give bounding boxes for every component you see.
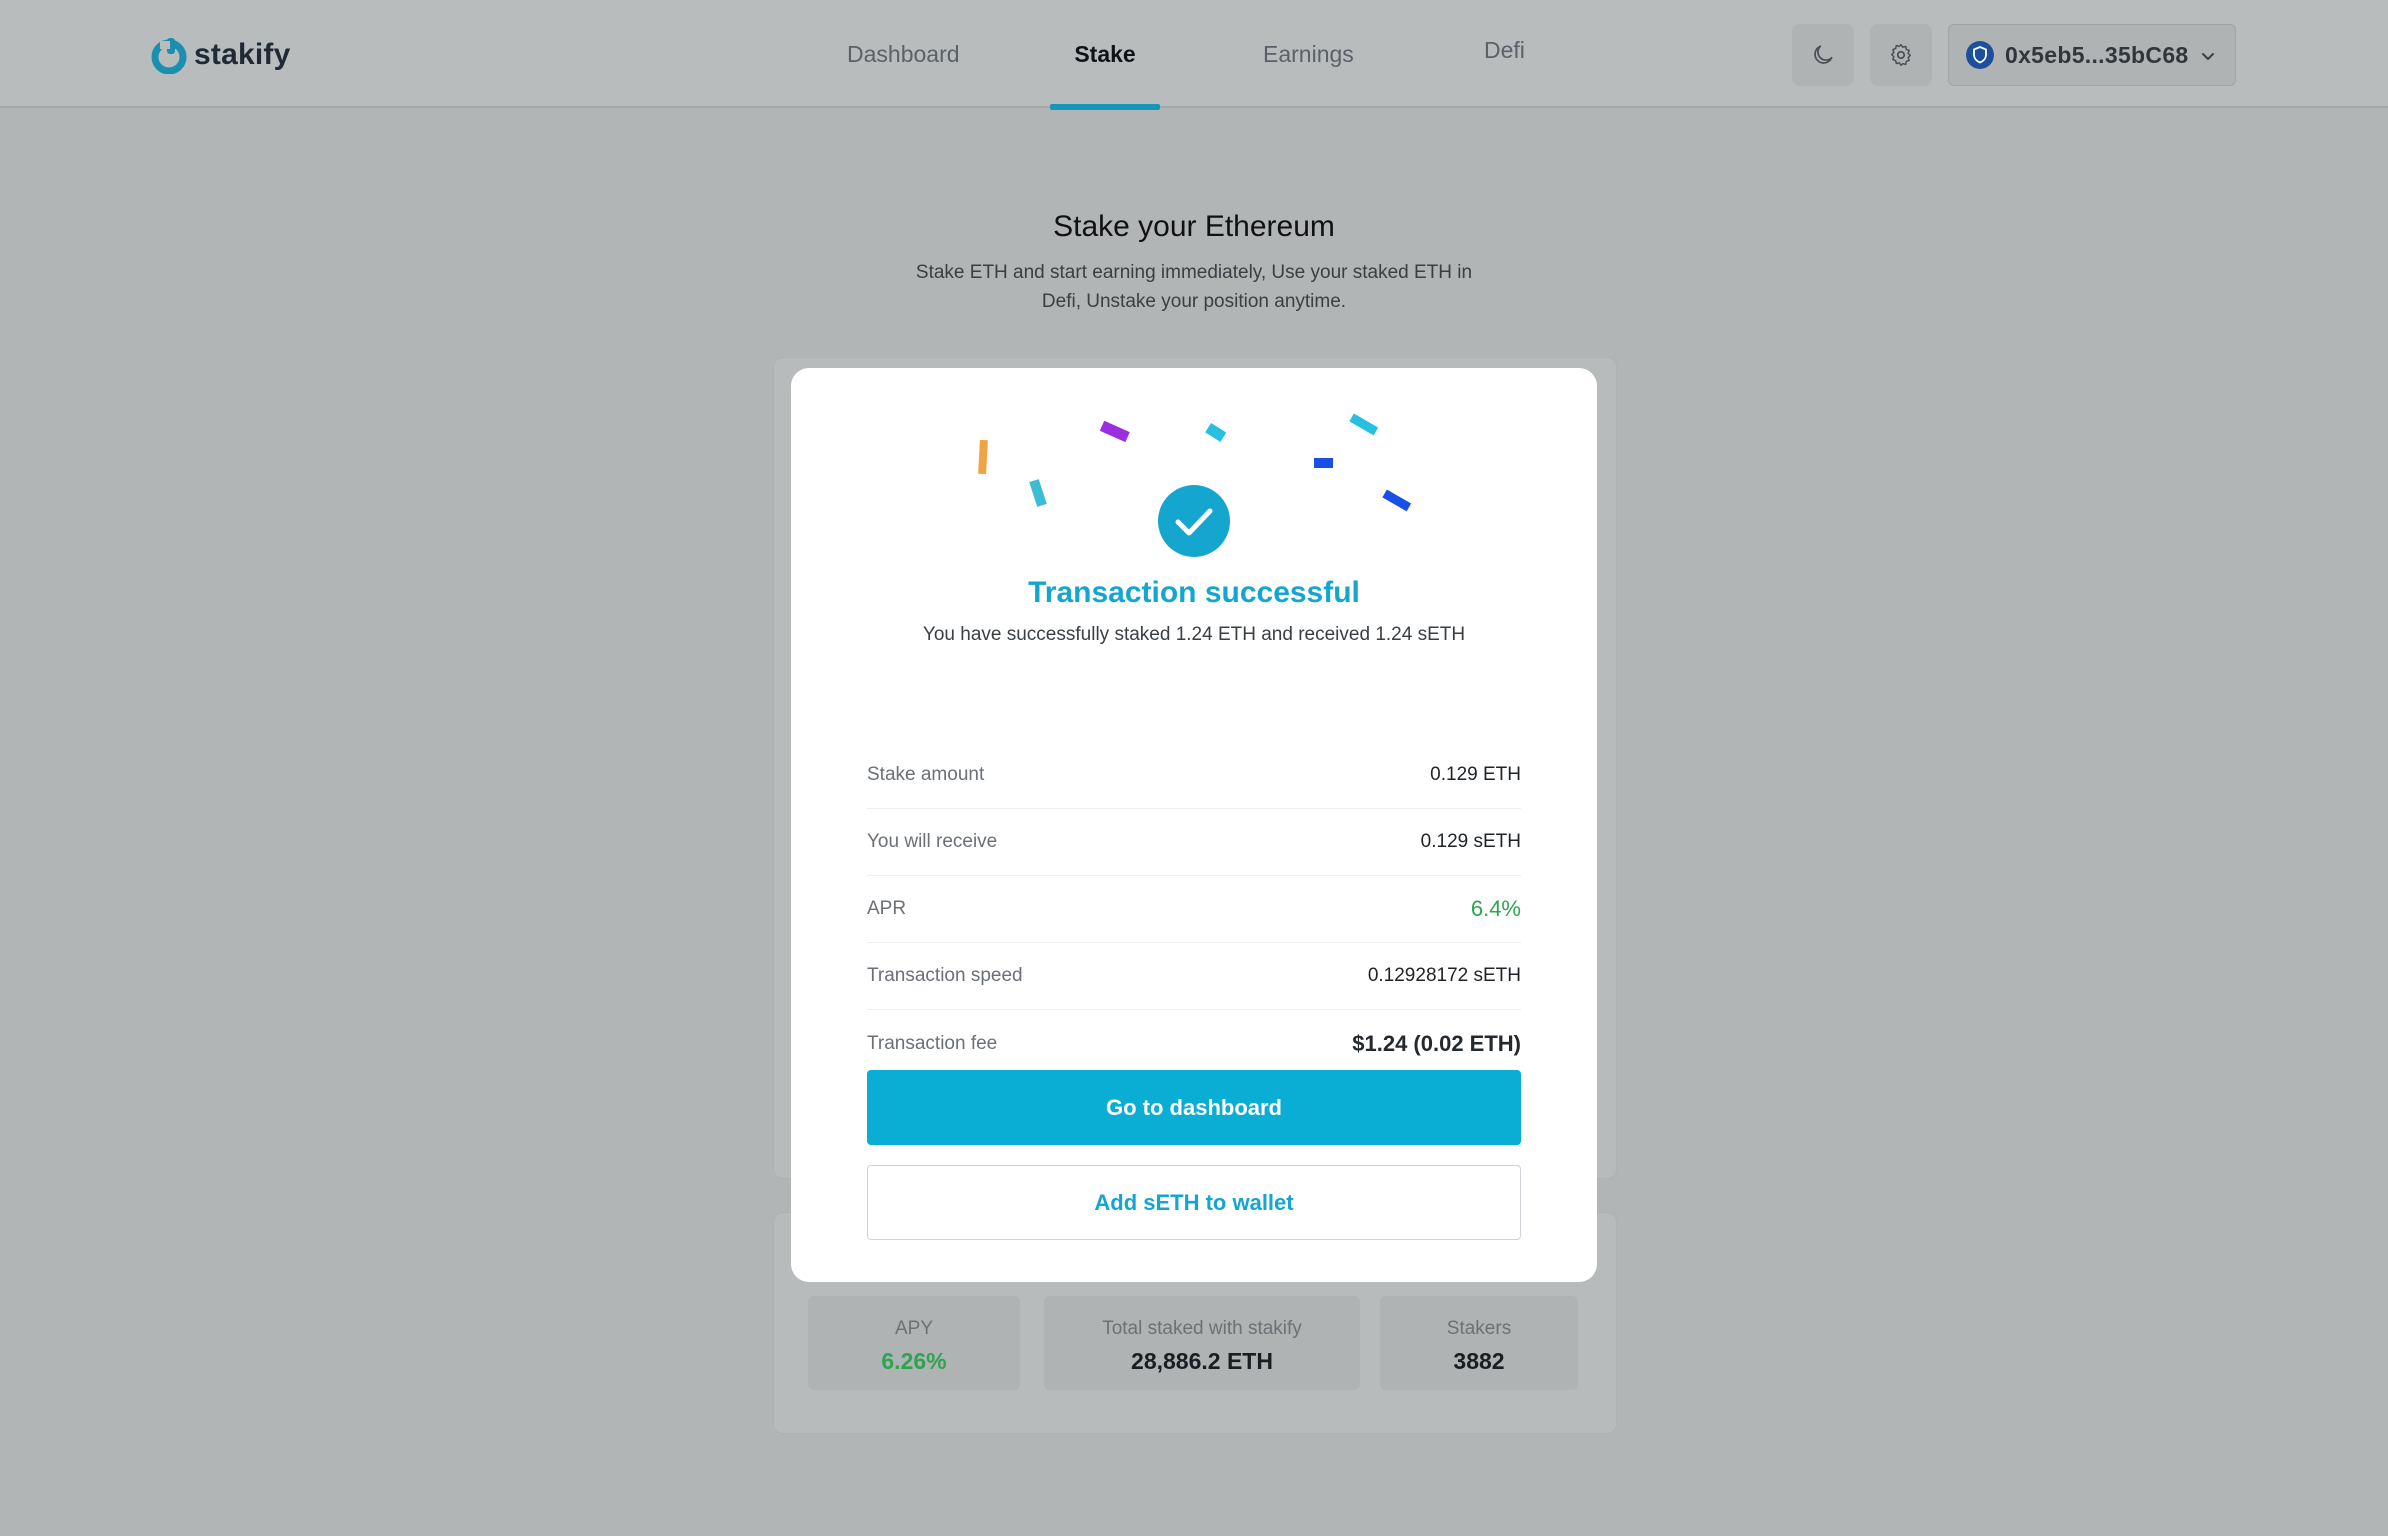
stat-total-staked-label: Total staked with stakify: [1102, 1318, 1302, 1339]
tab-defi[interactable]: Defi: [1484, 0, 1525, 104]
detail-label: Transaction fee: [867, 1032, 998, 1054]
stat-total-staked-value: 28,886.2 ETH: [1131, 1348, 1273, 1374]
wallet-selector[interactable]: 0x5eb5...35bC68: [1948, 24, 2236, 86]
success-title: Transaction successful: [1028, 576, 1360, 609]
detail-row-receive: You will receive 0.129 sETH: [867, 809, 1521, 876]
shield-icon: [1966, 41, 1994, 69]
moon-icon: [1814, 45, 1833, 64]
transaction-details: Stake amount 0.129 ETH You will receive …: [867, 742, 1521, 1077]
stat-stakers-value: 3882: [1453, 1348, 1505, 1374]
detail-row-speed: Transaction speed 0.12928172 sETH: [867, 943, 1521, 1010]
page-subtitle: Stake ETH and start earning immediately,…: [915, 262, 1473, 312]
brand-name: stakify: [194, 38, 291, 71]
stat-apy: APY 6.26%: [808, 1296, 1020, 1390]
detail-label: You will receive: [867, 831, 998, 852]
stakify-logo[interactable]: stakify: [150, 36, 290, 74]
tab-earnings[interactable]: Earnings: [1263, 0, 1354, 108]
stat-apy-value: 6.26%: [881, 1348, 947, 1374]
detail-value: $1.24 (0.02 ETH): [1352, 1030, 1521, 1056]
detail-label: APR: [867, 898, 907, 919]
tab-dashboard[interactable]: Dashboard: [847, 0, 960, 108]
stat-stakers-label: Stakers: [1446, 1318, 1512, 1339]
success-check-icon: [1158, 485, 1230, 557]
add-seth-to-wallet-button[interactable]: Add sETH to wallet: [867, 1165, 1521, 1240]
page-title: Stake your Ethereum: [1053, 210, 1335, 243]
detail-value: 0.129 ETH: [1430, 764, 1521, 785]
stakify-logo-icon: [151, 38, 187, 74]
stat-stakers: Stakers 3882: [1380, 1296, 1578, 1390]
gear-icon: [1891, 43, 1911, 67]
detail-value: 0.129 sETH: [1420, 831, 1521, 852]
settings-button[interactable]: [1870, 24, 1932, 86]
wallet-address: 0x5eb5...35bC68: [2005, 41, 2189, 68]
detail-value: 6.4%: [1470, 896, 1521, 921]
tab-stake[interactable]: Stake: [1050, 0, 1160, 110]
theme-toggle-button[interactable]: [1792, 24, 1854, 86]
chevron-down-icon: [2202, 53, 2214, 61]
detail-label: Transaction speed: [867, 965, 1023, 986]
detail-label: Stake amount: [867, 764, 985, 785]
success-message: You have successfully staked 1.24 ETH an…: [922, 624, 1466, 645]
detail-row-fee: Transaction fee $1.24 (0.02 ETH): [867, 1010, 1521, 1077]
stat-apy-label: APY: [894, 1318, 934, 1339]
stat-total-staked: Total staked with stakify 28,886.2 ETH: [1044, 1296, 1360, 1390]
transaction-success-modal: Transaction successful You have successf…: [791, 368, 1597, 1282]
top-header: stakify Dashboard Stake Earnings Defi 0x…: [0, 0, 2388, 110]
tab-stake-label: Stake: [1074, 40, 1136, 67]
go-to-dashboard-button[interactable]: Go to dashboard: [867, 1070, 1521, 1145]
detail-value: 0.12928172 sETH: [1367, 965, 1521, 986]
active-tab-indicator: [1050, 104, 1160, 110]
detail-row-apr: APR 6.4%: [867, 876, 1521, 943]
detail-row-stake-amount: Stake amount 0.129 ETH: [867, 742, 1521, 809]
